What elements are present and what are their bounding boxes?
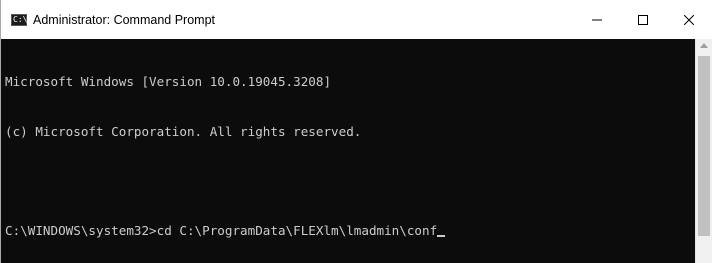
command-prompt-window: C:\ Administrator: Command Prompt Micros… [0, 0, 712, 263]
console-prompt-text: C:\WINDOWS\system32>cd C:\ProgramData\FL… [5, 222, 438, 238]
maximize-button[interactable] [620, 0, 666, 39]
console-app-icon[interactable]: C:\ [11, 13, 28, 26]
window-controls [574, 0, 712, 39]
close-button[interactable] [666, 0, 712, 39]
vertical-scrollbar[interactable] [695, 39, 712, 263]
scroll-up-arrow-icon[interactable] [700, 43, 708, 48]
minimize-icon [592, 19, 602, 20]
text-cursor [437, 234, 446, 237]
close-icon [684, 14, 694, 25]
scrollbar-thumb[interactable] [698, 56, 710, 236]
title-bar[interactable]: C:\ Administrator: Command Prompt [1, 0, 712, 39]
maximize-icon [638, 14, 648, 25]
console-prompt-line[interactable]: C:\WINDOWS\system32>cd C:\ProgramData\FL… [5, 223, 696, 240]
console-line: Microsoft Windows [Version 10.0.19045.32… [5, 74, 332, 89]
minimize-button[interactable] [574, 0, 620, 39]
console-app-icon-glyph: C:\ [13, 14, 28, 24]
console-output[interactable]: Microsoft Windows [Version 10.0.19045.32… [1, 39, 696, 263]
console-line: (c) Microsoft Corporation. All rights re… [5, 123, 362, 139]
window-title: Administrator: Command Prompt [33, 12, 216, 27]
